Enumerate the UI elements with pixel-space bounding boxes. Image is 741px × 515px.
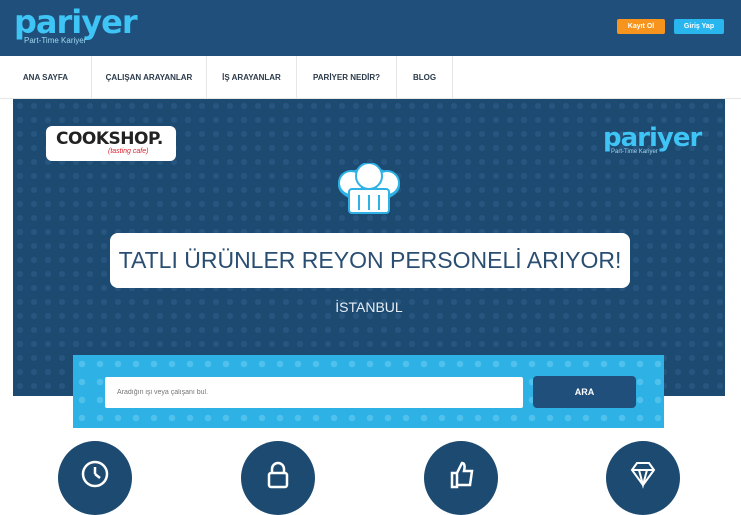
- clock-icon: [81, 460, 109, 488]
- login-button[interactable]: Giriş Yap: [674, 19, 724, 34]
- lock-icon: [267, 461, 289, 489]
- thumbs-up-icon: [450, 461, 474, 489]
- nav-item-pariyer-nedir[interactable]: PARİYER NEDİR?: [297, 56, 397, 99]
- hero-brand-logo-word: pariyer: [603, 123, 702, 153]
- nav-item-calisan-arayanlar[interactable]: ÇALIŞAN ARAYANLAR: [92, 56, 207, 99]
- register-button[interactable]: Kayıt Ol: [617, 19, 665, 34]
- diamond-icon: [630, 462, 656, 489]
- search-button[interactable]: ARA: [533, 376, 636, 408]
- nav-item-blog[interactable]: BLOG: [397, 56, 453, 99]
- main-nav: ANA SAYFA ÇALIŞAN ARAYANLAR İŞ ARAYANLAR…: [0, 56, 741, 99]
- nav-item-ana-sayfa[interactable]: ANA SAYFA: [0, 56, 92, 99]
- company-logo: COOKSHOP. (tasting cafe): [46, 126, 176, 161]
- brand-logo-word: pariyer: [14, 3, 138, 41]
- feature-clock: [58, 441, 132, 515]
- chef-hat-icon: [338, 163, 400, 214]
- job-headline: TATLI ÜRÜNLER REYON PERSONELİ ARIYOR!: [110, 233, 630, 288]
- hero-brand-logo: pariyer Part-Time Kariyer: [603, 123, 702, 155]
- company-logo-word: COOKSHOP.: [56, 129, 163, 149]
- top-header: pariyer Part-Time Kariyer Kayıt Ol Giriş…: [0, 0, 741, 56]
- search-section: ARA: [73, 355, 664, 428]
- feature-lock: [241, 441, 315, 515]
- feature-thumbs-up: [424, 441, 498, 515]
- nav-item-is-arayanlar[interactable]: İŞ ARAYANLAR: [207, 56, 297, 99]
- job-hero-banner: COOKSHOP. (tasting cafe) pariyer Part-Ti…: [13, 99, 725, 396]
- job-city: İSTANBUL: [335, 299, 403, 315]
- company-logo-sub: (tasting cafe): [108, 148, 149, 155]
- feature-diamond: [606, 441, 680, 515]
- search-input[interactable]: [105, 377, 523, 408]
- brand-logo[interactable]: pariyer Part-Time Kariyer: [14, 3, 138, 45]
